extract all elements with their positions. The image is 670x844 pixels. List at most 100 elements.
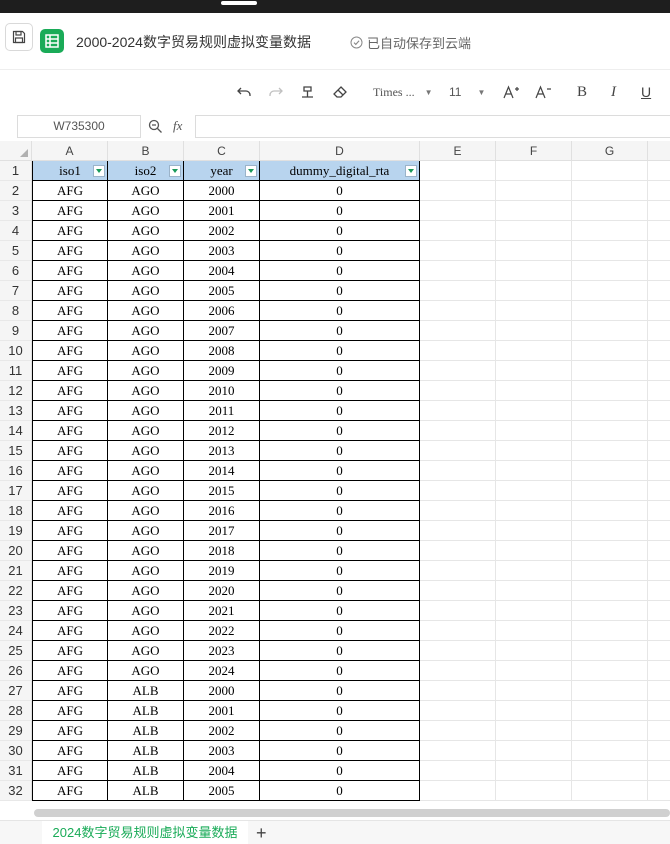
empty-cell[interactable] — [496, 681, 572, 701]
column-header[interactable]: B — [108, 141, 184, 161]
empty-cell[interactable] — [496, 521, 572, 541]
table-cell[interactable]: 2009 — [184, 361, 260, 381]
empty-cell[interactable] — [420, 781, 496, 801]
table-cell[interactable]: AGO — [108, 341, 184, 361]
row-header[interactable]: 19 — [0, 521, 32, 541]
empty-cell[interactable] — [648, 281, 670, 301]
empty-cell[interactable] — [648, 201, 670, 221]
empty-cell[interactable] — [572, 281, 648, 301]
empty-cell[interactable] — [496, 381, 572, 401]
row-header[interactable]: 20 — [0, 541, 32, 561]
empty-cell[interactable] — [648, 481, 670, 501]
table-cell[interactable]: ALB — [108, 721, 184, 741]
table-cell[interactable]: ALB — [108, 681, 184, 701]
table-cell[interactable]: 0 — [260, 421, 420, 441]
empty-cell[interactable] — [648, 221, 670, 241]
empty-cell[interactable] — [572, 501, 648, 521]
table-cell[interactable]: AFG — [32, 621, 108, 641]
table-cell[interactable]: AGO — [108, 441, 184, 461]
column-header[interactable]: E — [420, 141, 496, 161]
filter-dropdown-icon[interactable] — [245, 165, 257, 177]
table-cell[interactable]: 0 — [260, 261, 420, 281]
empty-cell[interactable] — [496, 761, 572, 781]
table-cell[interactable]: 0 — [260, 281, 420, 301]
empty-cell[interactable] — [496, 481, 572, 501]
empty-cell[interactable] — [420, 501, 496, 521]
table-cell[interactable]: 2008 — [184, 341, 260, 361]
table-cell[interactable]: 2012 — [184, 421, 260, 441]
empty-cell[interactable] — [496, 581, 572, 601]
row-header[interactable]: 23 — [0, 601, 32, 621]
table-cell[interactable]: 0 — [260, 681, 420, 701]
save-button[interactable] — [5, 23, 33, 51]
empty-cell[interactable] — [572, 161, 648, 181]
empty-cell[interactable] — [572, 361, 648, 381]
table-cell[interactable]: AFG — [32, 481, 108, 501]
table-cell[interactable]: 2000 — [184, 181, 260, 201]
empty-cell[interactable] — [420, 181, 496, 201]
empty-cell[interactable] — [572, 661, 648, 681]
underline-button[interactable]: U — [641, 82, 651, 102]
empty-cell[interactable] — [420, 541, 496, 561]
table-cell[interactable]: 0 — [260, 341, 420, 361]
empty-cell[interactable] — [496, 261, 572, 281]
table-cell[interactable]: AGO — [108, 301, 184, 321]
table-cell[interactable]: 2001 — [184, 201, 260, 221]
document-title[interactable]: 2000-2024数字贸易规则虚拟变量数据 — [76, 32, 311, 52]
empty-cell[interactable] — [496, 701, 572, 721]
table-cell[interactable]: 2010 — [184, 381, 260, 401]
empty-cell[interactable] — [572, 401, 648, 421]
formula-input[interactable] — [195, 115, 670, 138]
row-header[interactable]: 10 — [0, 341, 32, 361]
table-cell[interactable]: AGO — [108, 601, 184, 621]
empty-cell[interactable] — [496, 461, 572, 481]
header-cell[interactable]: dummy_digital_rta — [260, 161, 420, 181]
table-cell[interactable]: 0 — [260, 741, 420, 761]
table-cell[interactable]: AFG — [32, 781, 108, 801]
table-cell[interactable]: AFG — [32, 521, 108, 541]
row-header[interactable]: 25 — [0, 641, 32, 661]
table-cell[interactable]: 2014 — [184, 461, 260, 481]
table-cell[interactable]: 2013 — [184, 441, 260, 461]
table-cell[interactable]: AGO — [108, 361, 184, 381]
table-cell[interactable]: AGO — [108, 481, 184, 501]
empty-cell[interactable] — [572, 561, 648, 581]
empty-cell[interactable] — [648, 741, 670, 761]
table-cell[interactable]: 2007 — [184, 321, 260, 341]
empty-cell[interactable] — [496, 281, 572, 301]
table-cell[interactable]: AFG — [32, 741, 108, 761]
row-header[interactable]: 30 — [0, 741, 32, 761]
empty-cell[interactable] — [572, 581, 648, 601]
empty-cell[interactable] — [496, 421, 572, 441]
empty-cell[interactable] — [648, 661, 670, 681]
empty-cell[interactable] — [572, 321, 648, 341]
table-cell[interactable]: 2002 — [184, 721, 260, 741]
empty-cell[interactable] — [420, 161, 496, 181]
empty-cell[interactable] — [648, 781, 670, 801]
table-cell[interactable]: AFG — [32, 541, 108, 561]
empty-cell[interactable] — [648, 421, 670, 441]
empty-cell[interactable] — [648, 501, 670, 521]
table-cell[interactable]: AGO — [108, 501, 184, 521]
function-icon[interactable]: fx — [173, 118, 182, 134]
table-cell[interactable]: AGO — [108, 261, 184, 281]
empty-cell[interactable] — [420, 741, 496, 761]
table-cell[interactable]: 2000 — [184, 681, 260, 701]
table-cell[interactable]: AGO — [108, 621, 184, 641]
table-cell[interactable]: AFG — [32, 661, 108, 681]
table-cell[interactable]: 2004 — [184, 261, 260, 281]
row-header[interactable]: 7 — [0, 281, 32, 301]
table-cell[interactable]: AFG — [32, 701, 108, 721]
table-cell[interactable]: AFG — [32, 681, 108, 701]
empty-cell[interactable] — [572, 781, 648, 801]
empty-cell[interactable] — [420, 201, 496, 221]
table-cell[interactable]: AGO — [108, 581, 184, 601]
empty-cell[interactable] — [648, 621, 670, 641]
row-header[interactable]: 26 — [0, 661, 32, 681]
table-cell[interactable]: 0 — [260, 461, 420, 481]
table-cell[interactable]: ALB — [108, 781, 184, 801]
empty-cell[interactable] — [420, 701, 496, 721]
table-cell[interactable]: 0 — [260, 621, 420, 641]
table-cell[interactable]: 2015 — [184, 481, 260, 501]
table-cell[interactable]: 2024 — [184, 661, 260, 681]
